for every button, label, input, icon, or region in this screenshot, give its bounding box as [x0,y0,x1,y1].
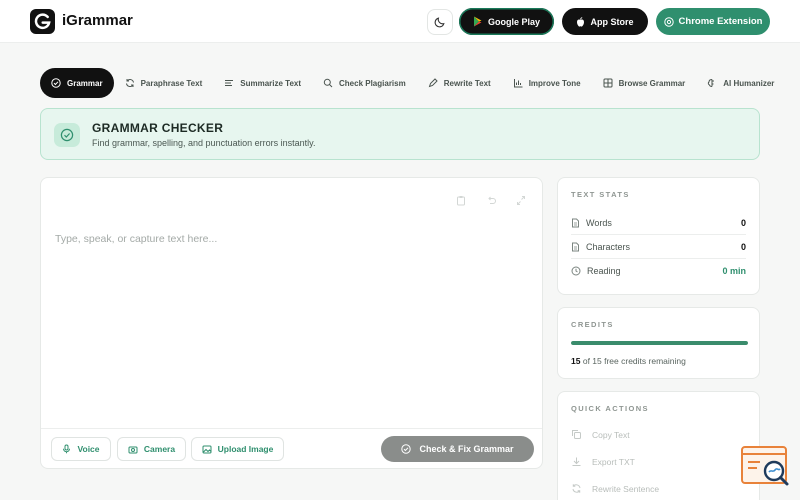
voice-label: Voice [77,444,100,454]
chrome-extension-button[interactable]: Chrome Extension [656,8,770,35]
app-store-button[interactable]: App Store [562,8,648,35]
google-play-button[interactable]: Google Play [459,8,554,35]
chrome-icon [663,16,674,27]
rewrite-sentence-label: Rewrite Sentence [592,483,660,494]
characters-label: Characters [586,241,631,252]
editor-toolbar [456,195,526,206]
credits-card: CREDITS 15 of 15 free credits remaining [557,307,760,379]
clipboard-icon[interactable] [456,195,466,206]
copy-text-action[interactable]: Copy Text [571,429,630,440]
check-circle-icon [401,444,412,454]
rewrite-sentence-action[interactable]: Rewrite Sentence [571,483,659,494]
tab-label: Rewrite Text [443,78,491,88]
tab-label: Grammar [67,78,103,88]
microphone-icon [63,444,71,454]
stat-row-characters: Characters 0 [571,235,746,259]
search-icon [323,78,333,88]
document-search-icon [741,446,789,486]
camera-button[interactable]: Camera [117,437,186,461]
expand-icon[interactable] [516,195,526,206]
chrome-extension-label: Chrome Extension [678,16,763,27]
credits-text: of 15 free credits remaining [582,356,686,366]
tab-check-plagiarism[interactable]: Check Plagiarism [312,68,417,98]
check-fix-grammar-label: Check & Fix Grammar [419,444,514,454]
check-circle-icon [54,123,80,147]
tool-tabs: Grammar Paraphrase Text Summarize Text C… [40,68,785,98]
credits-remaining: 15 of 15 free credits remaining [571,356,686,366]
text-stats-title: TEXT STATS [571,190,630,199]
export-txt-label: Export TXT [592,456,635,467]
page-subtitle: Find grammar, spelling, and punctuation … [92,138,316,148]
floating-search-widget[interactable] [740,445,792,491]
undo-icon[interactable] [486,195,496,206]
document-icon [572,242,579,251]
check-circle-icon [51,78,61,88]
document-icon [572,218,579,227]
tab-ai-humanizer[interactable]: AI Humanizer [696,68,785,98]
stat-row-reading: Reading 0 min [571,259,746,283]
text-stats-card: TEXT STATS Words 0 Characters 0 Reading … [557,177,760,295]
quick-actions-title: QUICK ACTIONS [571,404,649,413]
page-title: GRAMMAR CHECKER [92,121,224,135]
logo-icon[interactable] [30,9,55,34]
grid-icon [603,78,613,88]
tab-browse-grammar[interactable]: Browse Grammar [592,68,697,98]
upload-image-label: Upload Image [217,444,274,454]
app-store-label: App Store [590,16,634,27]
pencil-icon [428,78,438,88]
camera-icon [128,446,138,453]
tab-label: Summarize Text [240,78,302,88]
tab-grammar[interactable]: Grammar [40,68,114,98]
google-play-icon [473,16,482,27]
tab-label: AI Humanizer [723,78,775,88]
clock-icon [571,266,581,276]
reading-time: 0 min [722,266,746,276]
refresh-icon [125,79,134,87]
credits-title: CREDITS [571,320,614,329]
dark-mode-toggle[interactable] [427,9,453,35]
quick-actions-card: QUICK ACTIONS Copy Text Export TXT Rewri… [557,391,760,500]
credits-progress-bar [571,341,748,345]
tab-label: Improve Tone [528,78,581,88]
tab-label: Browse Grammar [618,78,686,88]
refresh-icon [572,484,581,493]
words-label: Words [586,217,612,228]
tool-banner: GRAMMAR CHECKER Find grammar, spelling, … [40,108,760,160]
credits-count: 15 [571,356,581,366]
image-icon [202,445,212,453]
tab-improve-tone[interactable]: Improve Tone [502,68,592,98]
tab-label: Paraphrase Text [140,78,203,88]
upload-image-button[interactable]: Upload Image [191,437,284,461]
google-play-label: Google Play [487,16,540,27]
copy-icon [572,430,581,439]
tab-summarize-text[interactable]: Summarize Text [213,68,312,98]
reading-label: Reading [587,266,621,276]
moon-icon [434,17,445,28]
brain-icon [708,79,715,87]
check-fix-grammar-button[interactable]: Check & Fix Grammar [381,436,534,462]
apple-icon [577,16,585,27]
tab-rewrite-text[interactable]: Rewrite Text [417,68,502,98]
download-icon [572,457,581,466]
top-header: iGrammar Google Play App Store Chrome Ex… [0,0,800,43]
tab-label: Check Plagiarism [339,78,406,88]
words-count: 0 [740,217,746,228]
characters-count: 0 [740,241,746,252]
camera-label: Camera [143,444,176,454]
export-txt-action[interactable]: Export TXT [571,456,635,467]
credits-progress-fill [571,341,748,345]
copy-text-label: Copy Text [592,429,630,440]
lines-icon [225,80,234,86]
editor-divider [41,428,542,429]
text-input-placeholder[interactable]: Type, speak, or capture text here... [55,233,217,245]
text-editor-panel: Type, speak, or capture text here... Voi… [40,177,543,469]
brand-name[interactable]: iGrammar [62,12,133,29]
bar-chart-icon [513,79,523,88]
stat-row-words: Words 0 [571,211,746,235]
voice-button[interactable]: Voice [51,437,111,461]
tab-paraphrase-text[interactable]: Paraphrase Text [114,68,214,98]
